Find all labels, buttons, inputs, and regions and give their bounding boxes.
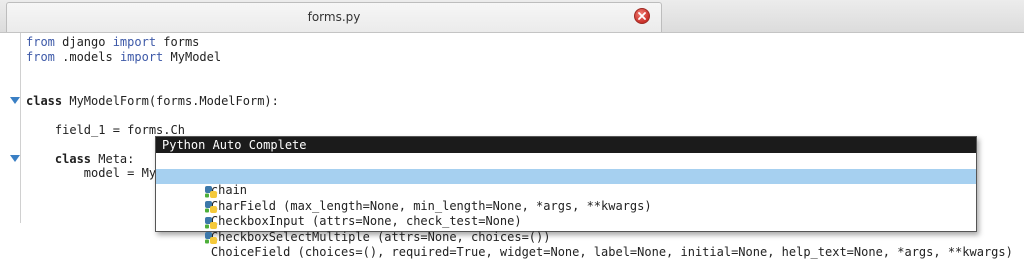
code-line-6: field_1 = forms.Ch (26, 123, 185, 137)
keyword: class (54, 152, 92, 166)
autocomplete-item[interactable]: chain (156, 153, 976, 197)
code-line-8: class Meta: (26, 152, 134, 166)
keyword: from (26, 50, 55, 64)
code-line-1: from django import forms (26, 35, 199, 49)
fold-arrow-icon[interactable] (10, 155, 20, 162)
autocomplete-item[interactable]: CheckboxInput (attrs=None, check_test=No… (156, 184, 976, 228)
code-line-2: from .models import MyModel (26, 50, 221, 64)
tab-title: forms.py (307, 10, 361, 24)
code-text: Meta: (91, 152, 135, 166)
code-text: .models (54, 50, 120, 64)
autocomplete-item-label: ChoiceField (choices=(), required=True, … (210, 245, 1013, 259)
keyword: import (112, 35, 157, 49)
autocomplete-item[interactable]: CheckboxSelectMultiple (attrs=None, choi… (156, 200, 976, 244)
fold-arrow-icon[interactable] (10, 97, 20, 104)
keyword: import (119, 50, 164, 64)
autocomplete-item[interactable]: ChoiceField (choices=(), required=True, … (156, 215, 1013, 259)
autocomplete-item-label: CheckboxSelectMultiple (attrs=None, choi… (210, 229, 551, 244)
gutter (0, 33, 22, 276)
keyword: from (26, 35, 55, 49)
python-class-icon (161, 216, 218, 264)
code-line-9: model = MyM (26, 166, 164, 180)
code-text: MyModel (163, 50, 222, 64)
keyword: class (26, 94, 63, 108)
code-line-4: class MyModelForm(forms.ModelForm): (26, 94, 279, 108)
code-text: django (54, 35, 113, 49)
tab-bar: forms.py (0, 0, 1024, 33)
gutter-divider (20, 33, 21, 223)
tab-forms-py[interactable]: forms.py (6, 2, 662, 32)
close-icon[interactable] (634, 8, 650, 24)
autocomplete-popup: Python Auto Complete chain CharField (ma… (155, 136, 1013, 259)
code-text: MyModelForm(forms.ModelForm): (62, 94, 279, 108)
code-text: forms (156, 35, 200, 49)
autocomplete-item-selected[interactable]: CharField (max_length=None, min_length=N… (156, 168, 976, 213)
autocomplete-title: Python Auto Complete (156, 137, 976, 153)
